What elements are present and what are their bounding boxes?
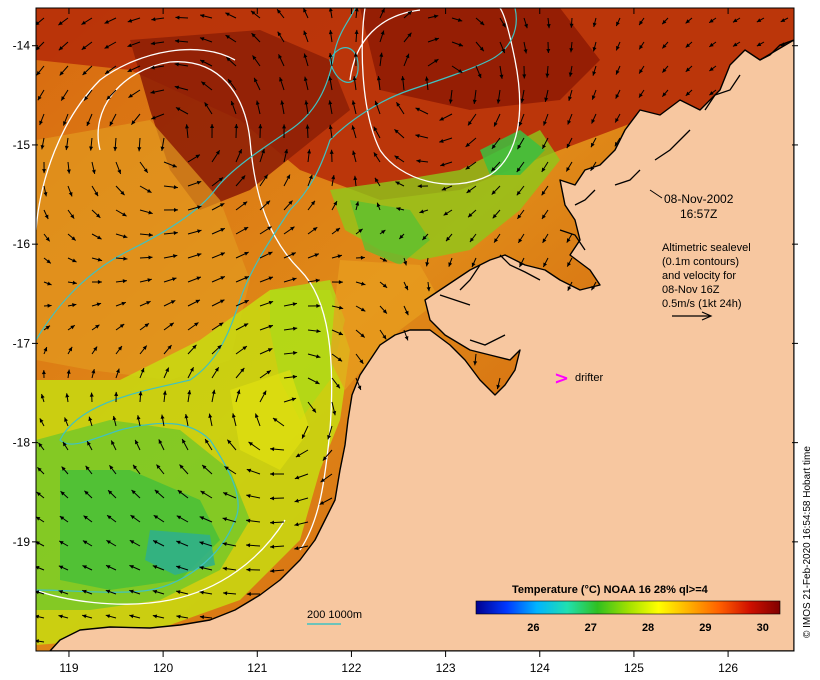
date-label: 08-Nov-2002: [664, 192, 734, 206]
altimetry-note-4: 08-Nov 16Z: [662, 284, 720, 296]
colorbar-ramp: [475, 600, 781, 615]
lat-tick-label: -19: [13, 535, 31, 549]
colorbar-tick-label: 30: [757, 622, 769, 634]
sea-surface-temperature-map: 119 120 121 122 123 124 125 126 -14 -15 -16 -17 -18 -…: [13, 7, 813, 675]
isobath-legend-label: 200 1000m: [307, 609, 362, 621]
lon-tick-label: 125: [624, 661, 644, 675]
altimetry-note-5: 0.5m/s (1kt 24h): [662, 298, 741, 310]
altimetry-note-2: (0.1m contours): [662, 256, 739, 268]
lon-tick-label: 126: [718, 661, 738, 675]
lon-tick-label: 119: [59, 661, 78, 675]
altimetry-note-3: and velocity for: [662, 270, 736, 282]
drifter-symbol: >: [554, 368, 569, 389]
lat-tick-label: -18: [13, 436, 31, 450]
colorbar-tick-label: 28: [642, 622, 654, 634]
lat-tick-label: -15: [13, 138, 31, 152]
colorbar-tick-label: 29: [699, 622, 711, 634]
lon-tick-label: 121: [247, 661, 267, 675]
time-label: 16:57Z: [680, 207, 717, 221]
lat-tick-label: -14: [13, 39, 31, 53]
credit-text: © IMOS 21-Feb-2020 16:54:58 Hobart time: [802, 446, 813, 638]
lat-tick-label: -16: [13, 237, 31, 251]
altimetry-note-1: Altimetric sealevel: [662, 242, 751, 254]
lon-tick-label: 122: [341, 661, 361, 675]
lon-tick-label: 123: [436, 661, 456, 675]
lon-tick-label: 124: [530, 661, 550, 675]
lat-tick-label: -17: [13, 336, 31, 350]
colorbar-tick-label: 26: [527, 622, 539, 634]
lon-tick-label: 120: [153, 661, 173, 675]
colorbar-tick-label: 27: [585, 622, 597, 634]
colorbar-title: Temperature (°C) NOAA 16 28% ql>=4: [512, 584, 709, 596]
drifter-label: drifter: [575, 372, 603, 384]
